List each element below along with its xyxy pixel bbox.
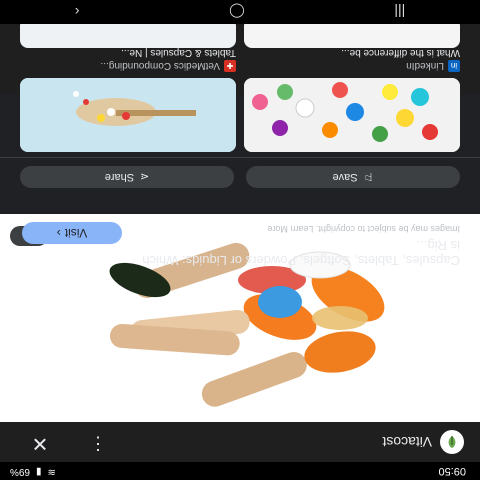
back-icon[interactable]: ‹ (75, 4, 80, 20)
signal-icon: ▮ (36, 466, 42, 477)
copyright-notice: Images may be subject to copyright. Lear… (267, 224, 460, 234)
recent-apps-icon[interactable]: ||| (394, 4, 405, 20)
related-image[interactable] (244, 78, 460, 152)
vetmedics-icon: ✚ (224, 60, 236, 72)
related-title: Tablets & Capsules | Ne... (121, 47, 236, 58)
status-bar: 09:50 ≋ ▮ 69% (0, 462, 480, 480)
related-source: ✚ VetMedics Compounding... (100, 60, 236, 72)
linkedin-icon: in (448, 60, 460, 72)
phone-screen: 09:50 ≋ ▮ 69% Vitacost ⋮ ✕ Visit › Capsu… (0, 0, 480, 480)
chevron-right-icon: › (56, 226, 61, 240)
related-image[interactable] (20, 78, 236, 152)
battery-percent: 69% (10, 466, 31, 477)
android-nav-bar: ||| ◯ ‹ (0, 0, 480, 24)
wifi-icon: ≋ (47, 466, 56, 477)
close-icon[interactable]: ✕ (28, 431, 52, 456)
site-logo-icon (440, 430, 464, 454)
visit-button[interactable]: Visit › (22, 222, 122, 244)
source-name: VetMedics Compounding... (100, 60, 220, 72)
viewer-top-bar: Vitacost ⋮ ✕ (0, 422, 480, 462)
site-name[interactable]: Vitacost (382, 434, 432, 450)
home-icon[interactable]: ◯ (229, 4, 245, 21)
source-name: LinkedIn (406, 60, 444, 72)
related-source: in LinkedIn (406, 60, 460, 72)
related-images: in LinkedIn What is the difference be...… (0, 18, 480, 180)
more-options-icon[interactable]: ⋮ (86, 433, 110, 454)
visit-label: Visit (64, 226, 88, 240)
status-icons: ≋ ▮ 69% (10, 466, 56, 477)
related-title: What is the difference be... (341, 47, 460, 58)
clock: 09:50 (438, 465, 466, 477)
image-title[interactable]: Capsules, Tablets, Softgels, Powders or … (130, 238, 460, 268)
